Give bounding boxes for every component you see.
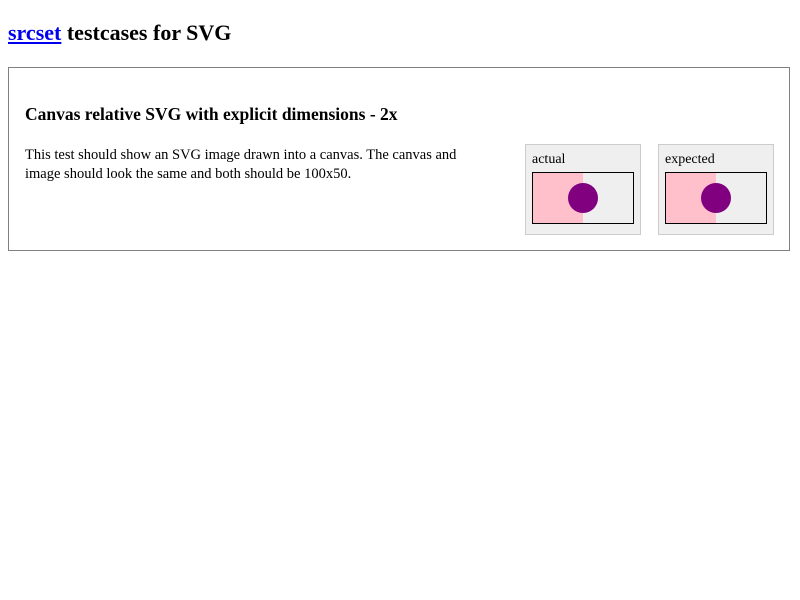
testcase-description: This test should show an SVG image drawn… <box>25 147 457 182</box>
expected-image <box>665 172 767 224</box>
srcset-link[interactable]: srcset <box>8 20 61 45</box>
page-title: srcset testcases for SVG <box>8 20 231 46</box>
actual-panel: actual <box>525 144 641 235</box>
purple-circle <box>701 183 731 213</box>
expected-panel: expected <box>658 144 774 235</box>
page-title-rest: testcases for SVG <box>61 20 232 45</box>
actual-svg-image <box>533 173 598 223</box>
expected-label: expected <box>665 152 715 167</box>
testcase-box: Canvas relative SVG with explicit dimens… <box>8 67 790 251</box>
purple-circle <box>568 183 598 213</box>
expected-svg-image <box>666 173 731 223</box>
testcase-title: Canvas relative SVG with explicit dimens… <box>25 104 398 124</box>
actual-canvas <box>532 172 634 224</box>
actual-label: actual <box>532 152 566 167</box>
